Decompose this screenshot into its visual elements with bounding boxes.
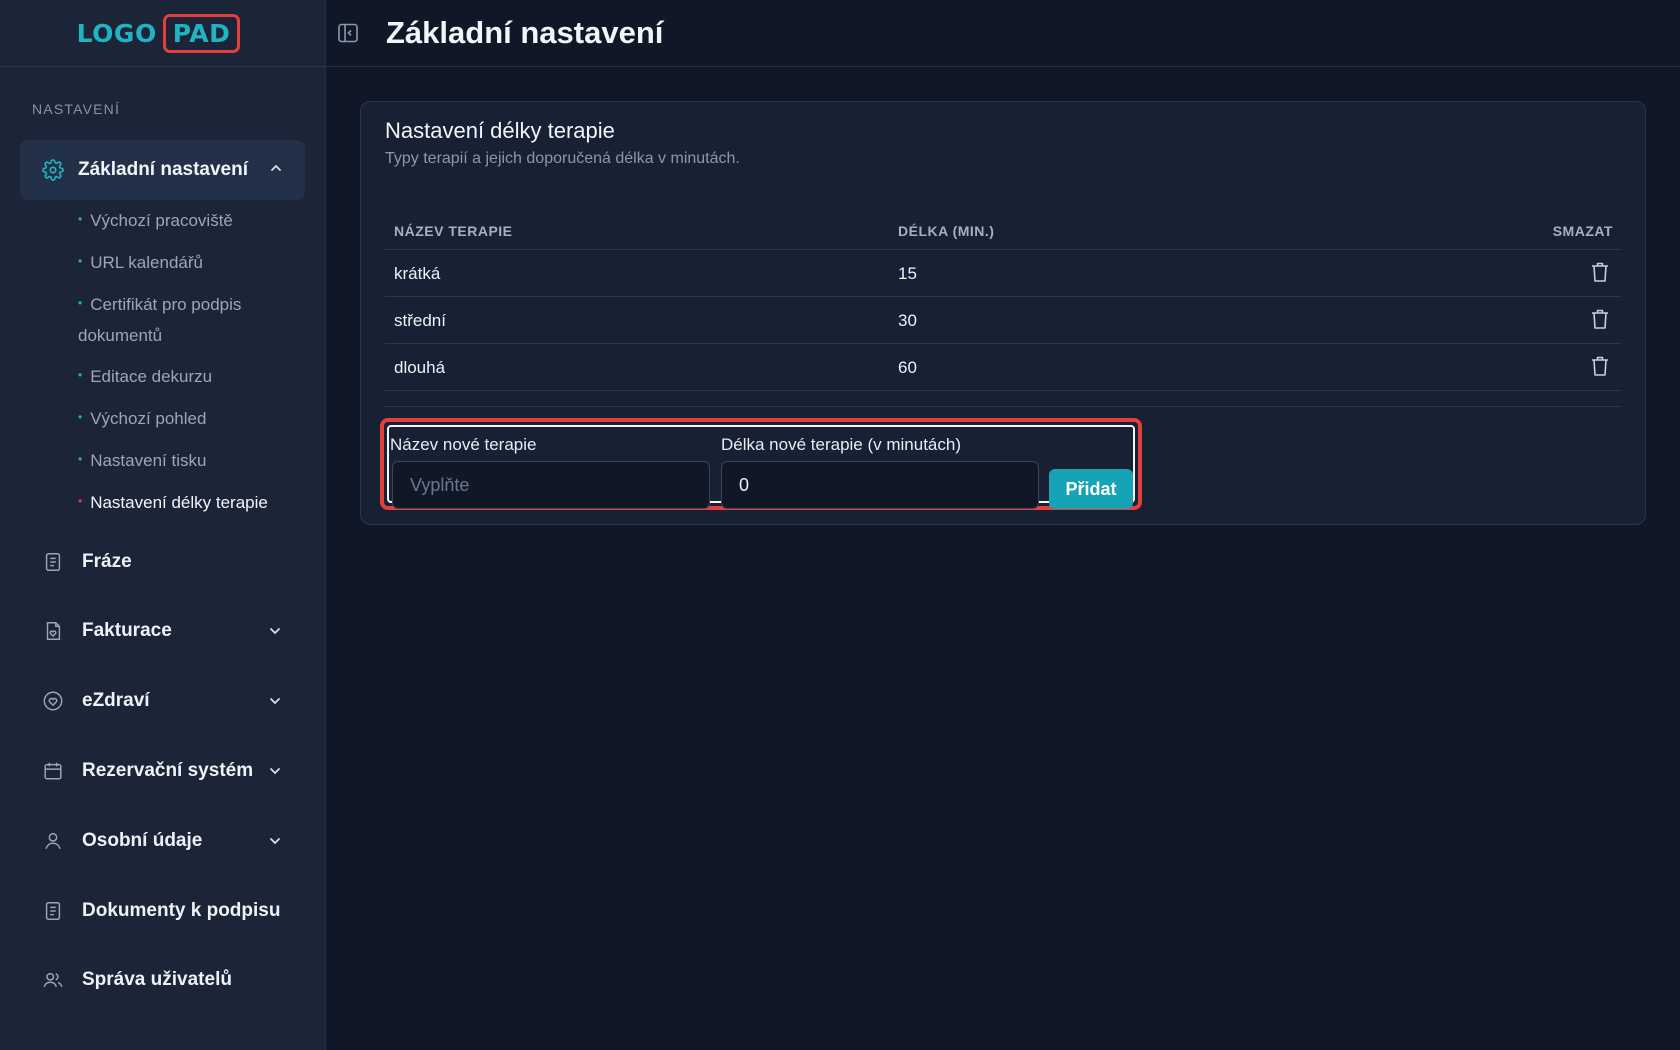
sidebar-item-label: Fráze [82, 551, 132, 572]
sidebar-section-label: NASTAVENÍ [32, 101, 121, 117]
sidebar-item-label: Dokumenty k podpisu [82, 900, 281, 921]
invoice-icon [46, 622, 61, 640]
trash-icon[interactable] [1589, 307, 1611, 331]
document-icon [45, 902, 61, 920]
card-title: Nastavení délky terapie [385, 118, 615, 143]
submenu-item-label: Editace dekurzu [90, 367, 213, 386]
sidebar-item-rezervacni-system[interactable]: Rezervační systém [42, 755, 292, 787]
bullet-dot: • [78, 254, 83, 268]
sidebar-item-fraze[interactable]: Fráze [42, 546, 292, 578]
therapy-length-cell: 60 [898, 358, 917, 377]
sidebar-item-label: Základní nastavení [78, 159, 249, 180]
users-icon [43, 972, 63, 988]
therapy-name-cell: dlouhá [394, 358, 446, 377]
therapy-length-cell: 15 [898, 264, 917, 283]
card-subtitle: Typy terapií a jejich doporučená délka v… [385, 150, 740, 167]
gear-icon [42, 159, 64, 181]
chevron-up-icon [271, 164, 281, 171]
sidebar-item-sprava-uzivatelu[interactable]: Správa uživatelů [42, 964, 292, 996]
sidebar-item-fakturace[interactable]: Fakturace [42, 615, 292, 647]
sidebar-item-label: Osobní údaje [82, 830, 203, 851]
sidebar-collapse-icon[interactable] [336, 21, 360, 45]
therapy-table: NÁZEV TERAPIE DÉLKA (MIN.) SMAZAT krátká… [385, 218, 1621, 407]
submenu-item-label: Nastavení délky terapie [90, 493, 268, 512]
name-field-label: Název nové terapie [390, 435, 537, 454]
chevron-down-icon [270, 628, 280, 635]
column-header-name: NÁZEV TERAPIE [394, 223, 513, 239]
sidebar-item-label: Fakturace [82, 620, 172, 641]
logo[interactable]: LOGO PAD [76, 13, 241, 53]
logo-area: LOGO PAD [0, 0, 325, 67]
therapy-name-cell: střední [394, 311, 446, 330]
submenu: • Výchozí pracoviště • URL kalendářů • Cert… [78, 206, 308, 530]
bullet-dot: • [78, 410, 83, 424]
sidebar-item-label: eZdraví [82, 690, 150, 711]
column-header-delete: SMAZAT [1552, 223, 1613, 239]
bullet-dot: • [78, 296, 83, 310]
trash-icon[interactable] [1589, 354, 1611, 378]
sidebar-item-ezdravi[interactable]: eZdraví [42, 685, 292, 717]
submenu-item-certifikat[interactable]: • Certifikát pro podpis dokumentů [78, 290, 288, 351]
submenu-item-label: URL kalendářů [90, 253, 203, 272]
table-divider [385, 391, 1621, 407]
add-therapy-form-inner: Název nové terapie Délka nové terapie (v… [387, 425, 1135, 509]
submenu-item-nastaveni-tisku[interactable]: • Nastavení tisku [78, 446, 308, 477]
table-row: střední 30 [385, 297, 1621, 344]
sidebar-item-zakladni-nastaveni[interactable]: Základní nastavení [20, 140, 305, 200]
sidebar-item-label: Rezervační systém [82, 760, 254, 781]
therapy-name-cell: krátká [394, 264, 441, 283]
table-row: dlouhá 60 [385, 344, 1621, 391]
bullet-dot: • [78, 452, 83, 466]
table-row: krátká 15 [385, 250, 1621, 297]
length-field-label: Délka nové terapie (v minutách) [721, 435, 962, 454]
sidebar: LOGO PAD NASTAVENÍ Základní nastavení • V… [0, 0, 326, 1050]
logo-pad-text: PAD [162, 13, 241, 53]
page-title: Základní nastavení [386, 15, 664, 50]
submenu-item-label: Výchozí pohled [90, 409, 207, 428]
submenu-item-label: Nastavení tisku [90, 451, 207, 470]
heart-icon [43, 691, 63, 711]
chevron-down-icon [270, 698, 280, 705]
submenu-item-nastaveni-delky-terapie[interactable]: • Nastavení délky terapie [78, 488, 308, 519]
add-therapy-form: Název nové terapie Délka nové terapie (v… [380, 418, 1142, 510]
submenu-item-label: Výchozí pracoviště [90, 211, 233, 230]
submenu-item-vychozi-pracoviste[interactable]: • Výchozí pracoviště [78, 206, 308, 237]
therapy-length-input[interactable] [721, 461, 1039, 509]
sidebar-item-dokumenty-k-podpisu[interactable]: Dokumenty k podpisu [42, 895, 292, 927]
bullet-dot: • [78, 212, 83, 226]
table-header: NÁZEV TERAPIE DÉLKA (MIN.) SMAZAT [385, 218, 1621, 250]
logo-text: LOGO [76, 18, 157, 48]
sidebar-item-osobni-udaje[interactable]: Osobní údaje [42, 825, 292, 857]
sidebar-item-label: Správa uživatelů [82, 969, 232, 990]
chevron-down-icon [270, 768, 280, 775]
trash-icon[interactable] [1589, 260, 1611, 284]
header: Základní nastavení [326, 0, 1680, 67]
submenu-item-vychozi-pohled[interactable]: • Výchozí pohled [78, 404, 308, 435]
column-header-length: DÉLKA (MIN.) [898, 223, 995, 239]
add-therapy-button[interactable]: Přidat [1049, 469, 1133, 509]
bullet-dot: • [78, 368, 83, 382]
submenu-item-label: Certifikát pro podpis dokumentů [78, 295, 242, 345]
therapy-length-cell: 30 [898, 311, 917, 330]
chevron-down-icon [270, 838, 280, 845]
bullet-dot: • [78, 494, 83, 508]
submenu-item-url-kalendaru[interactable]: • URL kalendářů [78, 248, 308, 279]
submenu-item-editace-dekurzu[interactable]: • Editace dekurzu [78, 362, 308, 393]
document-icon [45, 553, 61, 571]
user-icon [45, 832, 61, 850]
therapy-name-input[interactable] [392, 461, 710, 509]
calendar-icon [44, 762, 62, 780]
